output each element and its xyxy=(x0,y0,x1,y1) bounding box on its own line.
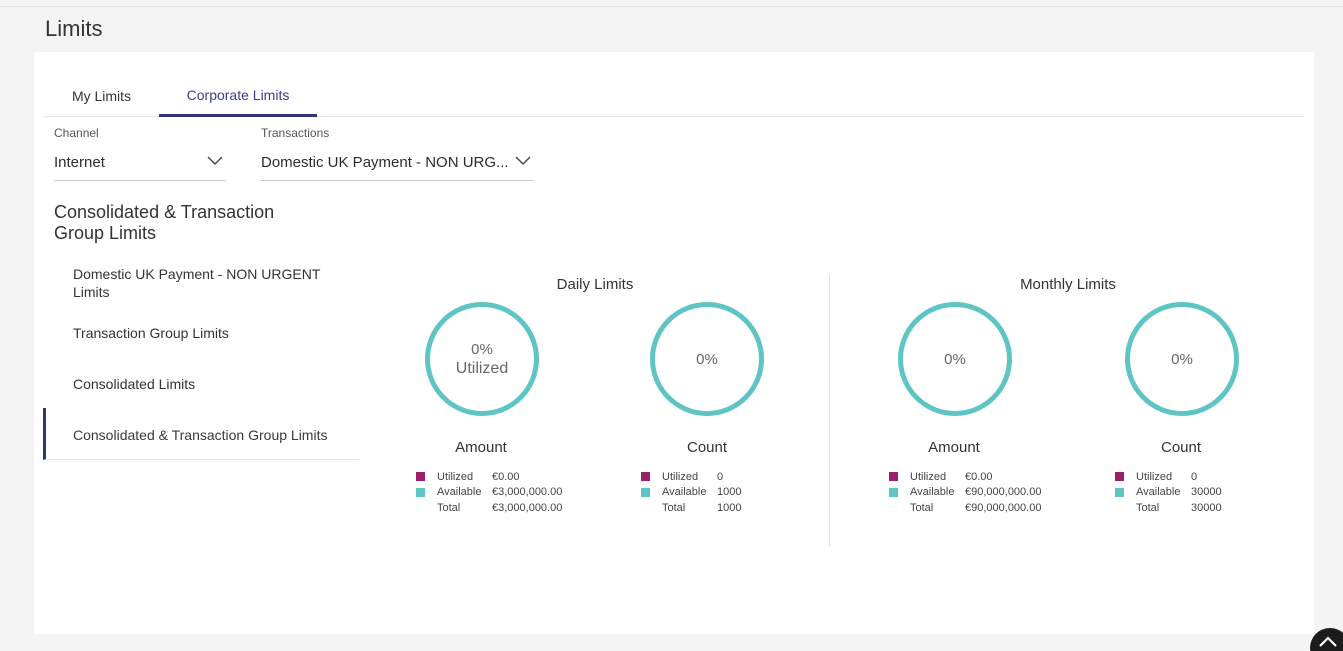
blank-swatch xyxy=(416,503,425,512)
legend-value: 1000 xyxy=(717,486,742,499)
available-swatch xyxy=(641,487,650,497)
monthly-count-pct: 0% xyxy=(1171,350,1193,368)
chevron-down-icon xyxy=(515,156,531,165)
monthly-amount-pct: 0% xyxy=(944,350,966,368)
blank-swatch xyxy=(889,503,898,512)
channel-label: Channel xyxy=(54,126,99,140)
utilized-swatch xyxy=(641,472,650,482)
legend-label: Total xyxy=(662,501,686,514)
legend-label: Available xyxy=(1136,486,1181,499)
legend-label: Available xyxy=(437,486,482,499)
legend-label: Utilized xyxy=(437,470,474,483)
utilized-swatch xyxy=(416,472,425,482)
channel-value: Internet xyxy=(54,154,105,171)
monthly-amount-title: Amount xyxy=(928,439,980,456)
daily-limits-title: Daily Limits xyxy=(556,276,634,293)
monthly-limits-title: Monthly Limits xyxy=(1020,276,1116,293)
available-swatch xyxy=(889,487,898,497)
top-divider xyxy=(0,6,1343,7)
available-swatch xyxy=(1115,487,1124,497)
nav-item-consolidated-transaction-group-limits[interactable]: Consolidated & Transaction Group Limits xyxy=(43,408,359,460)
tab-bar: My Limits Corporate Limits xyxy=(44,80,1304,117)
monthly-count-title: Count xyxy=(1160,439,1202,456)
transactions-label: Transactions xyxy=(261,126,330,140)
utilized-swatch xyxy=(1115,472,1124,482)
daily-count-title: Count xyxy=(686,439,728,456)
blank-swatch xyxy=(1115,503,1124,512)
legend-value: 0 xyxy=(717,470,724,483)
legend-value: 30000 xyxy=(1191,501,1222,514)
daily-amount-title: Amount xyxy=(455,439,507,456)
legend-label: Utilized xyxy=(662,470,699,483)
legend-value: 30000 xyxy=(1191,486,1222,499)
daily-amount-utilized-caption: Utilized xyxy=(455,359,509,377)
daily-amount-legend: Utilized €0.00 Available €3,000,000.00 Tot… xyxy=(416,469,562,516)
daily-amount-donut: 0% Utilized xyxy=(425,302,539,416)
monthly-count-legend: Utilized 0 Available 30000 Total 30000 xyxy=(1115,469,1222,516)
scroll-to-top-button[interactable] xyxy=(1310,628,1343,651)
utilized-swatch xyxy=(889,472,898,482)
nav-item-consolidated-limits[interactable]: Consolidated Limits xyxy=(43,375,359,393)
available-swatch xyxy=(416,487,425,497)
daily-count-legend: Utilized 0 Available 1000 Total 1000 xyxy=(641,469,741,516)
legend-label: Utilized xyxy=(1136,470,1173,483)
transactions-select[interactable]: Domestic UK Payment - NON URG... xyxy=(261,151,534,181)
legend-label: Total xyxy=(910,501,934,514)
legend-value: 1000 xyxy=(717,501,742,514)
chevron-up-icon xyxy=(1319,636,1337,647)
daily-count-donut: 0% xyxy=(650,302,764,416)
daily-amount-pct: 0% xyxy=(471,340,493,358)
daily-count-pct: 0% xyxy=(696,350,718,368)
monthly-amount-legend: Utilized €0.00 Available €90,000,000.00 To… xyxy=(889,469,1041,516)
blank-swatch xyxy=(641,503,650,512)
legend-value: €0.00 xyxy=(965,470,993,483)
channel-select[interactable]: Internet xyxy=(54,151,226,181)
nav-item-transaction-group-limits[interactable]: Transaction Group Limits xyxy=(43,324,359,342)
monthly-amount-donut: 0% xyxy=(898,302,1012,416)
panel-divider xyxy=(829,275,830,547)
legend-value: €3,000,000.00 xyxy=(492,486,563,499)
nav-item-domestic-uk-payment-limits[interactable]: Domestic UK Payment - NON URGENT Limits xyxy=(43,265,343,301)
tab-my-limits[interactable]: My Limits xyxy=(44,80,159,117)
limits-card: My Limits Corporate Limits Channel Inter… xyxy=(34,52,1314,634)
legend-value: €3,000,000.00 xyxy=(492,501,563,514)
section-title: Consolidated & Transaction Group Limits xyxy=(54,202,275,243)
legend-label: Available xyxy=(910,486,955,499)
legend-label: Total xyxy=(1136,501,1160,514)
page-title: Limits xyxy=(45,16,103,41)
monthly-count-donut: 0% xyxy=(1125,302,1239,416)
chevron-down-icon xyxy=(207,156,223,165)
transactions-value: Domestic UK Payment - NON URG... xyxy=(261,154,509,171)
tab-corporate-limits[interactable]: Corporate Limits xyxy=(159,80,317,117)
legend-label: Available xyxy=(662,486,707,499)
legend-value: €90,000,000.00 xyxy=(965,486,1042,499)
legend-value: €90,000,000.00 xyxy=(965,501,1042,514)
legend-value: 0 xyxy=(1191,470,1198,483)
legend-value: €0.00 xyxy=(492,470,520,483)
legend-label: Utilized xyxy=(910,470,947,483)
legend-label: Total xyxy=(437,501,461,514)
